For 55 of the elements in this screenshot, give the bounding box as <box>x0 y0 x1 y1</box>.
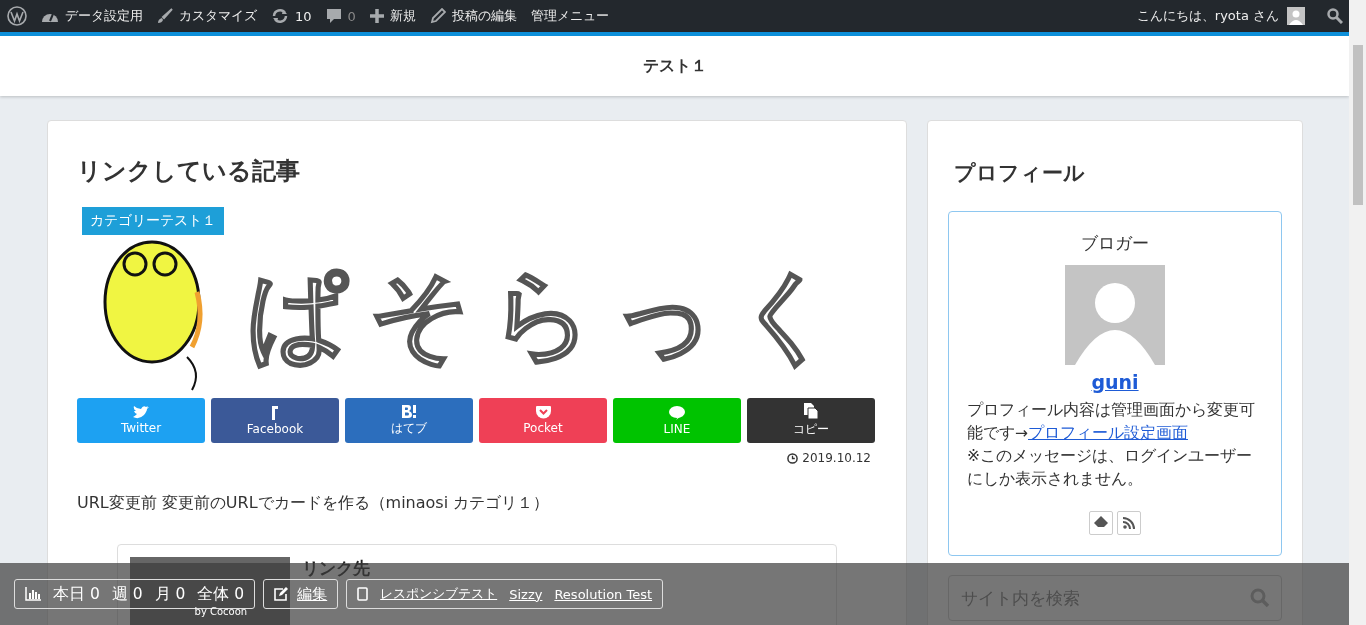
share-button[interactable]: Facebook <box>211 398 339 443</box>
admin-menu-item[interactable]: 0 <box>325 8 356 24</box>
site-title[interactable]: テスト１ <box>642 55 707 77</box>
admin-menu-item[interactable]: 10 <box>271 8 312 24</box>
bird-icon <box>133 406 149 419</box>
settings-link[interactable]: プロフィール設定画面 <box>1028 424 1188 442</box>
clock-icon <box>787 452 799 464</box>
access-counter[interactable]: 本日 0 週 0 月 0 全体 0 <box>14 579 256 609</box>
scrollbar[interactable] <box>1349 0 1366 625</box>
b-mark-icon <box>401 404 417 418</box>
widget-title: プロフィール <box>954 160 1086 187</box>
profile-description: プロフィール内容は管理画面から変更可能です→プロフィール設定画面 <box>967 400 1256 444</box>
admin-menu-item[interactable]: 投稿の編集 <box>429 7 517 25</box>
article-title: リンクしている記事 <box>77 156 301 187</box>
author-name-link[interactable]: guni <box>1091 371 1139 393</box>
profile-note: ※このメッセージは、ログインユーザーにしか表示されません。 <box>967 446 1253 490</box>
admin-menu-item[interactable]: データ設定用 <box>41 7 143 25</box>
access-count: 本日 0 <box>53 583 100 605</box>
rss-icon <box>1123 517 1135 529</box>
admin-menu-item[interactable]: 新規 <box>369 7 416 25</box>
access-count: 全体 0 <box>197 583 245 605</box>
pocket-icon <box>535 406 551 419</box>
body-text: URL変更前 変更前のURLでカードを作る（minaosi カテゴリ１） <box>77 493 551 514</box>
chat-bubble-icon <box>669 405 685 420</box>
access-count: 月 0 <box>154 583 186 605</box>
card-title: リンク先 <box>302 557 370 580</box>
brush-icon <box>157 8 173 24</box>
rss-button[interactable] <box>1117 511 1141 535</box>
bar-chart-icon <box>25 587 41 601</box>
test-link[interactable]: レスポンシブテスト <box>380 585 498 603</box>
refresh-icon <box>271 8 289 24</box>
plus-icon <box>369 9 384 23</box>
credit-text: by Cocoon <box>194 606 248 617</box>
greeting-menu[interactable]: こんにちは、ryota さん <box>1136 7 1279 25</box>
copy-icon <box>804 403 818 419</box>
share-button[interactable]: はてブ <box>345 398 473 443</box>
edit-icon <box>274 587 290 601</box>
logo-text: ぱそらっく <box>247 255 857 375</box>
search-icon[interactable] <box>1327 8 1343 24</box>
test-link[interactable]: Resolution Test <box>554 586 653 602</box>
pencil-icon <box>429 8 446 24</box>
share-button[interactable]: Pocket <box>479 398 607 443</box>
edit-button[interactable]: 編集 <box>263 579 339 609</box>
admin-menu-item[interactable]: 管理メニュー <box>530 7 609 25</box>
share-button[interactable]: コピー <box>747 398 875 443</box>
avatar-icon <box>1287 7 1305 25</box>
admin-menu-item[interactable]: カスタマイズ <box>157 7 257 25</box>
author-role: ブロガー <box>1081 232 1149 255</box>
tablet-icon <box>357 587 369 601</box>
test-link[interactable]: Sizzy <box>509 586 543 602</box>
f-icon <box>272 405 278 420</box>
access-count: 週 0 <box>111 583 143 605</box>
feedly-button[interactable] <box>1089 511 1113 535</box>
post-date: 2019.10.12 <box>787 451 871 465</box>
speech-bubble-icon <box>325 8 342 24</box>
